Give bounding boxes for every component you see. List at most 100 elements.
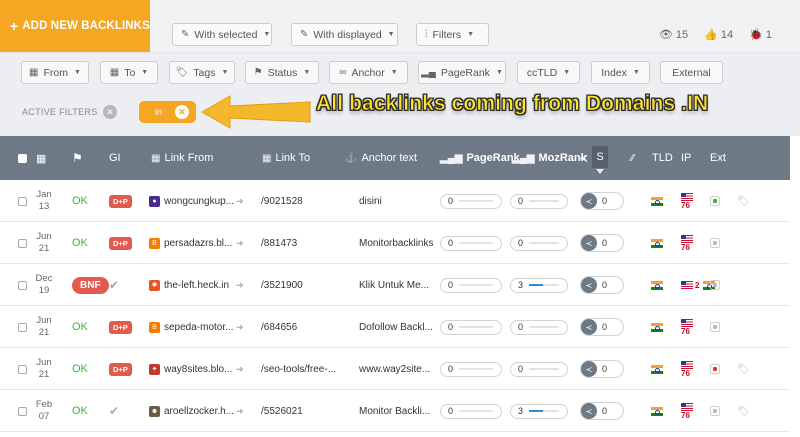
header-anchor-text[interactable]: ⚓ Anchor text [345,136,417,180]
anchor-text: Monitorbacklinks [359,237,434,249]
row-link-to[interactable]: /881473 [261,222,297,264]
row-shares[interactable]: ≺ 0 [580,264,624,306]
caret-down-icon: ▼ [467,31,475,38]
row-pagerank: 0 [440,390,502,432]
header-ext[interactable]: Ext [710,136,726,180]
header-link-from[interactable]: ▦ Link From [151,136,213,180]
table-row[interactable]: Jun 21 OK D+P B sepeda-motor... ➜ /68465… [0,306,790,348]
india-flag-icon [651,238,663,248]
tag-icon[interactable]: 🏷 [737,348,750,390]
row-ext[interactable] [710,306,720,348]
status-badge: BNF [72,276,109,294]
filter-to-button[interactable]: ▦ To ▼ [100,61,158,84]
row-gi: D+P [109,180,132,222]
share-icon: ≺ [581,193,597,209]
header-link-to[interactable]: ▦ Link To [262,136,310,180]
row-link-to[interactable]: /5526021 [261,390,303,432]
row-link-from[interactable]: ✦ way8sites.blo... [149,348,232,390]
row-gi: ✔ [109,390,119,432]
ext-status-dot [713,367,717,371]
header-tld[interactable]: TLD [652,136,673,180]
filter-tags-button[interactable]: 🏷 Tags ▼ [169,61,235,84]
row-tld [651,390,663,432]
views-counter[interactable]: 👁 15 [659,28,688,41]
caret-down-icon: ▼ [303,69,311,76]
row-link-from[interactable]: ✹ the-left.heck.in [149,264,229,306]
top-toolbar: + ADD NEW BACKLINKS ✎ With selected ▼ ✎ … [0,0,800,52]
header-pagerank[interactable]: ▂▄▆ PageRank [440,136,520,180]
filters-button[interactable]: ⫶ Filters ▼ [416,23,489,46]
filter-anchor-button[interactable]: ∞ Anchor ▼ [329,61,408,84]
table-row[interactable]: Jan 13 OK D+P ● wongcungkup... ➜ /902152… [0,180,790,222]
flag-icon[interactable]: ⚑ [72,136,83,180]
filter-status-button[interactable]: ⚑ Status ▼ [245,61,319,84]
arrow-right-icon: ➜ [236,363,244,374]
row-checkbox[interactable] [18,222,27,264]
row-link-from[interactable]: B persadazrs.bl... [149,222,232,264]
filter-from-button[interactable]: ▦ From ▼ [21,61,89,84]
clear-filters-close-icon[interactable]: ✕ [103,105,117,119]
row-shares[interactable]: ≺ 0 [580,180,624,222]
row-link-from[interactable]: B sepeda-motor... [149,306,233,348]
row-date: Dec 19 [32,264,56,306]
row-checkbox[interactable] [18,306,27,348]
pagerank-value: 0 [448,196,454,206]
row-checkbox[interactable] [18,390,27,432]
mozrank-value: 0 [518,196,524,206]
row-link-to[interactable]: /3521900 [261,264,303,306]
table-row[interactable]: Dec 19 BNF ✔ ✹ the-left.heck.in ➜ /35219… [0,264,790,306]
row-ip: 76 [681,306,693,348]
ext-status-dot [713,409,717,413]
chart-icon[interactable]: ⁄⁄ [631,136,634,180]
header-s-sort[interactable]: S [592,146,608,174]
header-mozrank[interactable]: ▂▄▆ MozRank [512,136,587,180]
row-date: Jan 13 [32,180,56,222]
tag-icon[interactable]: 🏷 [737,390,750,432]
row-shares[interactable]: ≺ 0 [580,390,624,432]
likes-count: 14 [720,29,734,41]
row-link-from[interactable]: ● wongcungkup... [149,180,234,222]
row-ext[interactable] [710,264,720,306]
header-ip[interactable]: IP [681,136,691,180]
add-new-backlinks-button[interactable]: + ADD NEW BACKLINKS [0,0,150,52]
table-row[interactable]: Jun 21 OK D+P B persadazrs.bl... ➜ /8814… [0,222,790,264]
row-checkbox[interactable] [18,348,27,390]
link-from-text: sepeda-motor... [164,321,234,333]
filter-pagerank-button[interactable]: ▂▄ PageRank ▼ [418,61,506,84]
row-link-to[interactable]: /seo-tools/free-... [261,348,336,390]
filter-external-button[interactable]: External [660,61,723,84]
active-filter-chip[interactable]: in ✕ [139,101,196,123]
header-anchor-label: Anchor text [361,152,418,164]
row-ext[interactable] [710,390,720,432]
row-shares[interactable]: ≺ 0 [580,306,624,348]
row-link-from[interactable]: ☻ aroellzocker.h... [149,390,234,432]
row-date: Jun 21 [32,348,56,390]
tag-icon[interactable]: 🏷 [737,180,750,222]
with-selected-button[interactable]: ✎ With selected ▼ [172,23,272,46]
row-ext[interactable] [710,222,720,264]
link-from-text: way8sites.blo... [164,363,233,375]
share-icon[interactable]: ≺ [579,136,588,180]
row-checkbox[interactable] [18,264,27,306]
india-flag-icon [651,406,663,416]
remove-filter-close-icon[interactable]: ✕ [175,105,189,119]
table-row[interactable]: Jun 21 OK D+P ✦ way8sites.blo... ➜ /seo-… [0,348,790,390]
row-mozrank: 0 [510,348,568,390]
filter-index-button[interactable]: Index ▼ [591,61,650,84]
likes-counter[interactable]: 👍 14 [704,28,733,41]
with-displayed-button[interactable]: ✎ With displayed ▼ [291,23,398,46]
row-shares[interactable]: ≺ 0 [580,348,624,390]
calendar-icon[interactable]: ▦ [36,136,46,180]
check-icon: ✔ [109,404,120,418]
select-all-checkbox[interactable] [18,136,27,180]
row-checkbox[interactable] [18,180,27,222]
row-ext[interactable] [710,348,720,390]
header-gi[interactable]: GI [109,136,121,180]
row-link-to[interactable]: /684656 [261,306,297,348]
row-ext[interactable] [710,180,720,222]
row-shares[interactable]: ≺ 0 [580,222,624,264]
table-row[interactable]: Feb 07 OK ✔ ☻ aroellzocker.h... ➜ /55260… [0,390,790,432]
row-link-to[interactable]: /9021528 [261,180,303,222]
bugs-counter[interactable]: 🐞 1 [749,28,772,41]
filter-cctld-button[interactable]: ccTLD ▼ [517,61,580,84]
